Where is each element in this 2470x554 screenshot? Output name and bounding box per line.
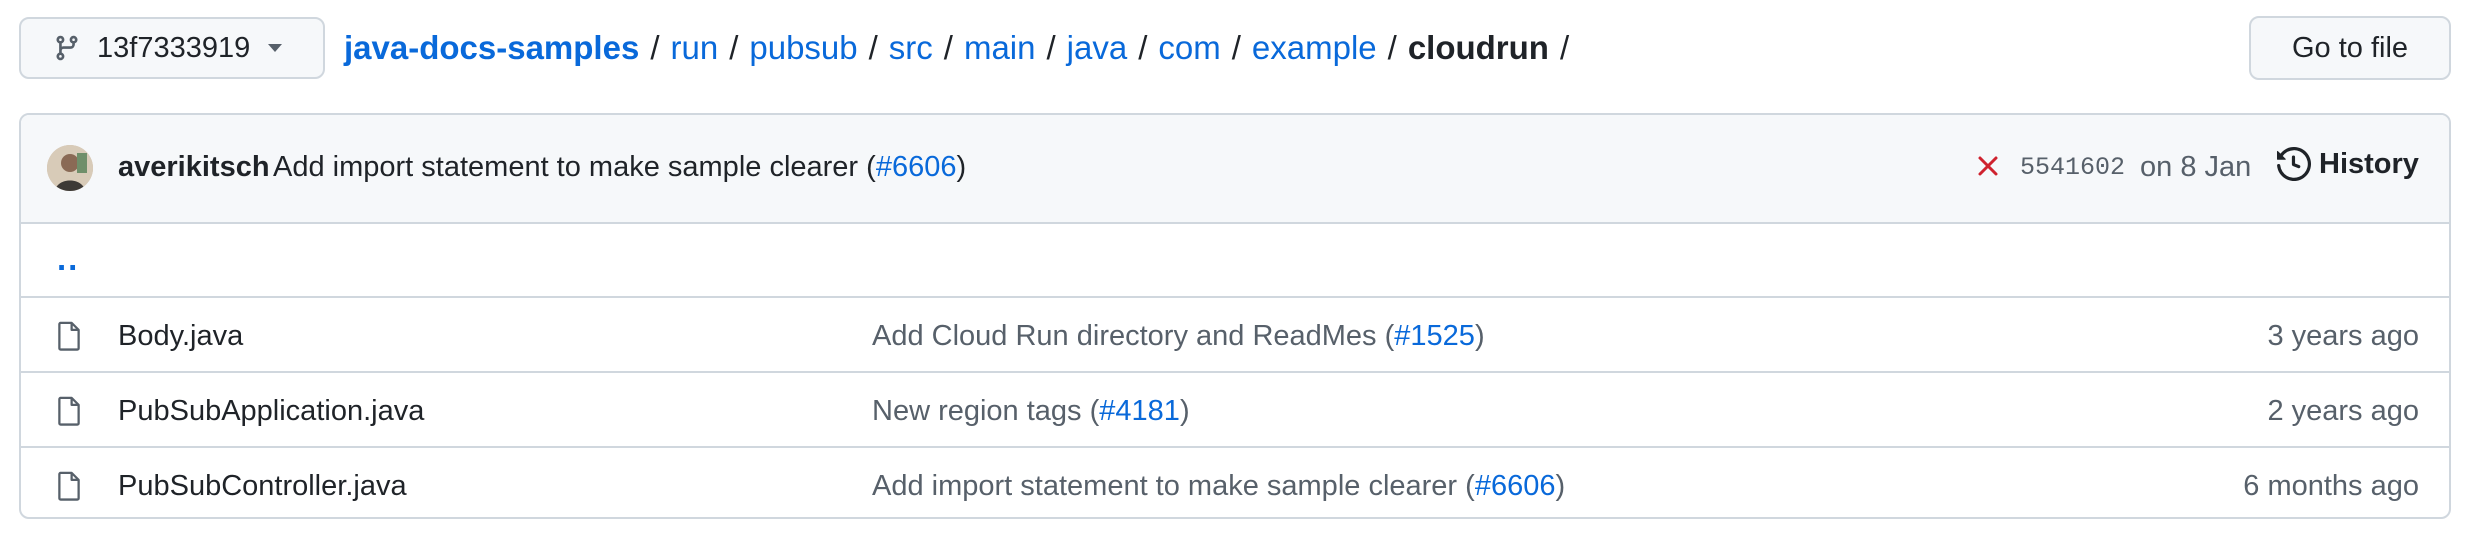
commit-author-link[interactable]: averikitsch [118, 151, 270, 184]
file-pr-link[interactable]: #4181 [1099, 395, 1180, 427]
latest-commit-bar: averikitsch Add import statement to make… [21, 115, 2449, 224]
file-age: 3 years ago [2267, 320, 2419, 352]
avatar[interactable] [47, 145, 93, 191]
go-to-file-button[interactable]: Go to file [2249, 16, 2451, 80]
commit-sha-link[interactable]: 5541602 [2020, 153, 2125, 182]
file-age: 6 months ago [2243, 470, 2419, 502]
history-button[interactable]: History [2277, 146, 2419, 182]
breadcrumb: java-docs-samples / run / pubsub / src /… [344, 29, 1580, 67]
file-row: Body.java Add Cloud Run directory and Re… [21, 296, 2449, 371]
file-commit-text[interactable]: Add Cloud Run directory and ReadMes ( [872, 320, 1394, 352]
breadcrumb-repo-link[interactable]: java-docs-samples [344, 29, 639, 67]
parent-directory-row[interactable]: .. [21, 224, 2449, 296]
breadcrumb-separator: / [943, 29, 953, 66]
breadcrumb-link-example[interactable]: example [1252, 29, 1377, 67]
history-label: History [2319, 147, 2419, 180]
breadcrumb-link-java[interactable]: java [1067, 29, 1128, 67]
history-icon [2277, 146, 2312, 182]
commit-message: Add import statement to make sample clea… [273, 151, 966, 184]
breadcrumb-separator: / [1387, 29, 1397, 66]
file-icon [55, 320, 83, 352]
breadcrumb-link-run[interactable]: run [670, 29, 718, 67]
breadcrumb-link-src[interactable]: src [889, 29, 933, 67]
breadcrumb-current: cloudrun [1407, 29, 1549, 66]
breadcrumb-separator: / [1231, 29, 1241, 66]
x-icon[interactable] [1975, 153, 2001, 179]
breadcrumb-separator: / [729, 29, 739, 66]
file-commit-message: New region tags (#4181) [872, 395, 1190, 428]
file-name-link[interactable]: PubSubController.java [118, 470, 407, 503]
file-commit-end: ) [1474, 320, 1485, 352]
file-row: PubSubController.java Add import stateme… [21, 446, 2449, 517]
breadcrumb-link-main[interactable]: main [964, 29, 1036, 67]
git-branch-icon [53, 34, 81, 62]
breadcrumb-link-pubsub[interactable]: pubsub [749, 29, 857, 67]
commit-message-text[interactable]: Add import statement to make sample clea… [273, 151, 876, 183]
file-browser: 13f7333919 java-docs-samples / run / pub… [0, 0, 2470, 554]
commit-message-end: ) [956, 151, 967, 183]
file-list: averikitsch Add import statement to make… [19, 113, 2451, 519]
file-row: PubSubApplication.java New region tags (… [21, 371, 2449, 446]
branch-name: 13f7333919 [97, 31, 251, 64]
chevron-down-icon [268, 44, 283, 52]
commit-pr-link[interactable]: #6606 [876, 151, 957, 183]
file-pr-link[interactable]: #1525 [1394, 320, 1475, 352]
file-commit-text[interactable]: Add import statement to make sample clea… [872, 470, 1475, 502]
file-pr-link[interactable]: #6606 [1475, 470, 1556, 502]
breadcrumb-separator: / [650, 29, 660, 66]
file-age: 2 years ago [2267, 395, 2419, 427]
breadcrumb-separator: / [868, 29, 878, 66]
breadcrumb-separator: / [1138, 29, 1148, 66]
file-commit-end: ) [1555, 470, 1566, 502]
file-commit-message: Add Cloud Run directory and ReadMes (#15… [872, 320, 1485, 353]
file-commit-message: Add import statement to make sample clea… [872, 470, 1565, 503]
file-icon [55, 395, 83, 427]
top-bar: 13f7333919 java-docs-samples / run / pub… [19, 16, 2451, 80]
file-icon [55, 470, 83, 502]
branch-selector-button[interactable]: 13f7333919 [19, 17, 325, 79]
commit-date: on 8 Jan [2140, 151, 2252, 183]
file-commit-end: ) [1179, 395, 1190, 427]
file-name-link[interactable]: Body.java [118, 320, 243, 353]
breadcrumb-separator: / [1046, 29, 1056, 66]
parent-directory-link[interactable]: .. [57, 240, 79, 278]
file-name-link[interactable]: PubSubApplication.java [118, 395, 424, 428]
file-commit-text[interactable]: New region tags ( [872, 395, 1099, 427]
breadcrumb-separator: / [1559, 29, 1570, 66]
breadcrumb-link-com[interactable]: com [1158, 29, 1220, 67]
